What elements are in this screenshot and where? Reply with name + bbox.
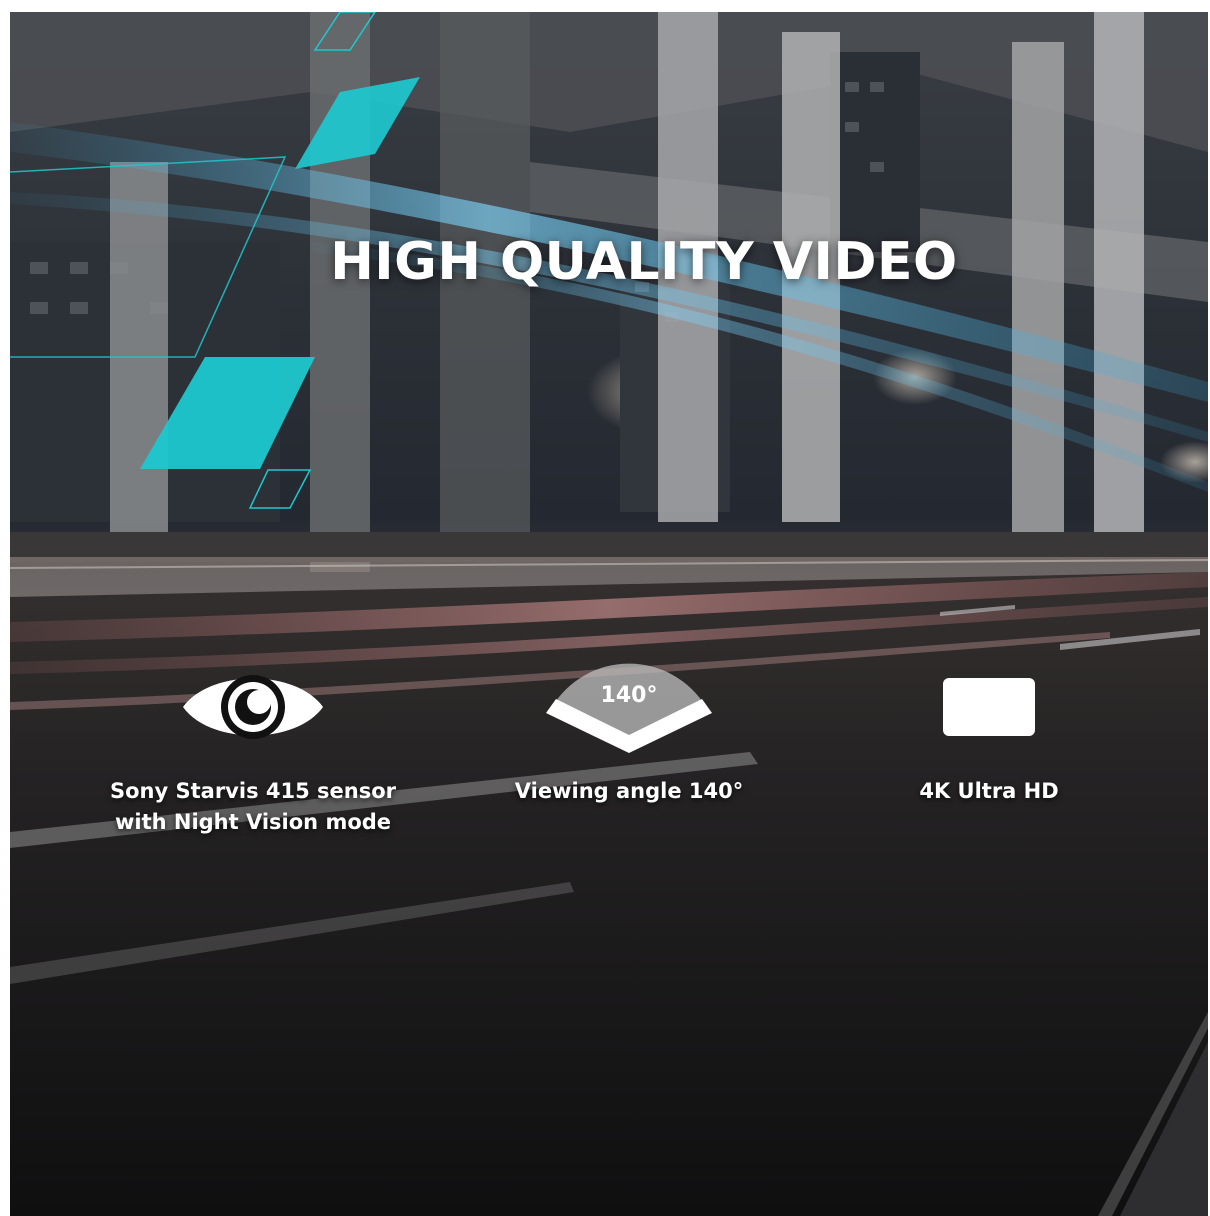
feature-label: Viewing angle 140° <box>514 779 744 803</box>
feature-night-vision: Sony Starvis 415 sensor with Night Visio… <box>88 652 418 838</box>
product-banner: HIGH QUALITY VIDEO Sony Starvis 415 sens… <box>10 12 1208 1216</box>
night-road-background <box>10 12 1208 1216</box>
angle-value: 140° <box>601 683 658 708</box>
feature-4k: STARVIS 4K 4K Ultra HD <box>824 652 1154 807</box>
eye-icon <box>183 675 323 739</box>
feature-label-line2: with Night Vision mode <box>114 810 392 834</box>
feature-viewing-angle: 140° Viewing angle 140° <box>464 652 794 807</box>
feature-label-line1: Sony Starvis 415 sensor <box>109 779 396 803</box>
viewing-angle-icon: 140° <box>546 663 712 753</box>
badge-4k-text: 4K <box>1011 681 1033 700</box>
starvis-4k-badge: STARVIS 4K <box>942 678 1036 736</box>
feature-label: 4K Ultra HD <box>919 779 1059 803</box>
badge-starvis-text: STARVIS <box>945 681 1012 700</box>
headline: HIGH QUALITY VIDEO <box>330 232 958 292</box>
